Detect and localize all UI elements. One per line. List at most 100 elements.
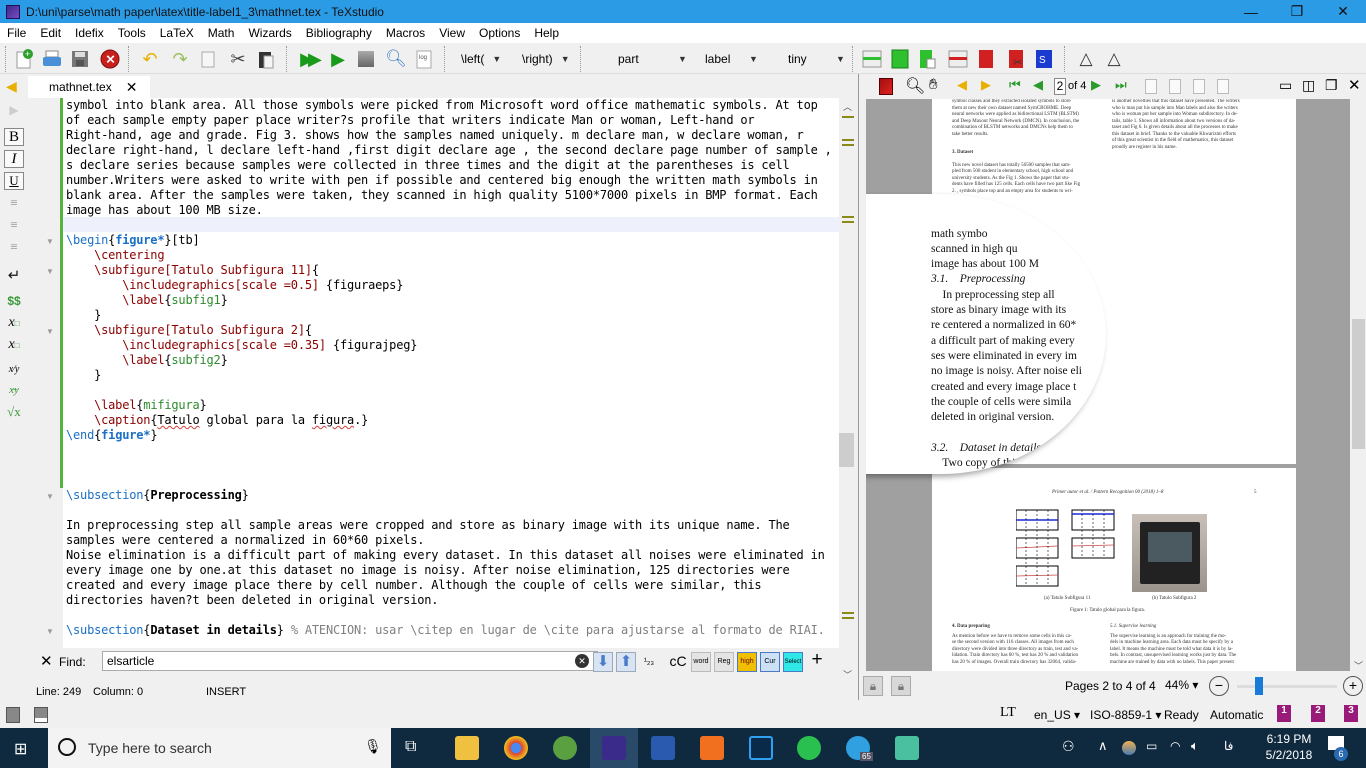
show-hidden-icons[interactable]: ∧	[1098, 738, 1108, 754]
build-view-button[interactable]: ▶▶	[296, 47, 322, 71]
taskbar-search-box[interactable]: Type here to search 🎙︎	[48, 728, 391, 768]
menu-tools[interactable]: Tools	[111, 26, 153, 40]
file-explorer-icon[interactable]	[455, 736, 479, 760]
input-language[interactable]: فا	[1224, 739, 1233, 753]
cut-button[interactable]: ✂	[226, 47, 250, 71]
word-icon[interactable]	[651, 736, 675, 760]
windows-start-icon[interactable]: ⊞	[14, 739, 27, 759]
menu-math[interactable]: Math	[201, 26, 242, 40]
close-document-button[interactable]: ✕	[98, 47, 122, 71]
italic-icon[interactable]: I	[4, 150, 24, 168]
highlight-toggle[interactable]: high	[737, 652, 757, 672]
pdf-page-input[interactable]: 2	[1054, 78, 1066, 95]
pdf-last-page-icon[interactable]: ⏭	[1115, 77, 1127, 93]
pdf-fit-text-icon[interactable]	[1217, 79, 1229, 94]
stop-button[interactable]	[354, 47, 378, 71]
menu-bibliography[interactable]: Bibliography	[299, 26, 379, 40]
undo-button[interactable]: ↶	[138, 47, 162, 71]
find-previous-button[interactable]: ⬆	[616, 652, 636, 672]
pdf-window-icon[interactable]: ❐	[1325, 77, 1338, 94]
menu-file[interactable]: File	[0, 26, 33, 40]
paste-button[interactable]	[254, 47, 278, 71]
texstudio-taskbar-icon[interactable]	[602, 736, 626, 760]
grammar-check-icon[interactable]: LT	[1000, 705, 1016, 721]
chrome-icon[interactable]	[504, 736, 528, 760]
menu-latex[interactable]: LaTeX	[153, 26, 201, 40]
fraction-icon[interactable]: x̶y	[4, 381, 24, 399]
zoom-out-icon[interactable]: −	[1209, 676, 1229, 696]
pdf-close-icon[interactable]: ✕	[1348, 76, 1361, 94]
warning-next-button[interactable]: △	[1102, 47, 1126, 71]
newline-icon[interactable]: ↵	[4, 266, 24, 284]
code-editor[interactable]: symbol into blank area. All those symbol…	[63, 98, 839, 648]
close-button[interactable]: ✕	[1320, 0, 1366, 23]
clear-search-icon[interactable]: ✕	[575, 654, 589, 668]
cursor-toggle[interactable]: Cur	[760, 652, 780, 672]
bookmark-3-icon[interactable]: 3	[1344, 705, 1358, 722]
case-sensitive-toggle[interactable]: cC	[668, 652, 688, 672]
menu-idefix[interactable]: Idefix	[68, 26, 111, 40]
toggle-messages-icon[interactable]	[34, 707, 48, 723]
warning-prev-button[interactable]: △	[1074, 47, 1098, 71]
bold-icon[interactable]: B	[4, 128, 24, 146]
bookmark-2-icon[interactable]: 2	[1311, 705, 1325, 722]
menu-view[interactable]: View	[432, 26, 472, 40]
volume-icon[interactable]: 🔈︎	[1191, 738, 1199, 754]
add-column-button[interactable]	[888, 47, 912, 71]
microphone-icon[interactable]: 🎙︎	[364, 738, 382, 755]
redo-button[interactable]: ↷	[168, 47, 192, 71]
pdf-fit-page-icon[interactable]	[1193, 79, 1205, 94]
lock-icon[interactable]: 🔒︎	[891, 676, 911, 696]
square-root-icon[interactable]: √x	[4, 403, 24, 421]
fold-marker-icon[interactable]: ▼	[46, 237, 54, 246]
find-input[interactable]: elsarticle ✕	[102, 651, 598, 671]
align-columns-button[interactable]	[916, 47, 940, 71]
pdf-forward-icon[interactable]: ▶	[981, 77, 991, 93]
view-button[interactable]: 🔍︎	[384, 47, 408, 71]
fold-marker-icon[interactable]: ▼	[46, 492, 54, 501]
app-rocket-icon[interactable]	[895, 736, 919, 760]
back-arrow-icon[interactable]: ◀	[6, 78, 17, 95]
pdf-fit-width-icon[interactable]	[1169, 79, 1181, 94]
zoom-in-icon[interactable]: +	[1343, 676, 1363, 696]
fold-marker-icon[interactable]: ▼	[46, 327, 54, 336]
foxit-icon[interactable]	[700, 736, 724, 760]
clock[interactable]: 6:19 PM 5/2/2018	[1258, 731, 1320, 763]
encoding-selector[interactable]: ISO-8859-1 ▾	[1090, 708, 1161, 722]
menu-wizards[interactable]: Wizards	[241, 26, 298, 40]
editor-scrollbar[interactable]: ︿ ﹀	[839, 98, 856, 680]
pdf-embed-icon[interactable]: ◫	[1302, 77, 1315, 94]
pdf-back-icon[interactable]: ◀	[957, 77, 967, 93]
people-icon[interactable]: ⚇	[1062, 738, 1075, 755]
paste-column-button[interactable]: S	[1032, 47, 1056, 71]
compile-mode[interactable]: Automatic	[1210, 708, 1263, 722]
regex-toggle[interactable]: Reg	[714, 652, 734, 672]
menu-macros[interactable]: Macros	[379, 26, 432, 40]
underline-icon[interactable]: U	[4, 172, 24, 190]
find-next-button[interactable]: ⬇	[593, 652, 613, 672]
cut-column-button[interactable]: ✂	[1004, 47, 1028, 71]
pdf-sync-icon[interactable]	[879, 78, 893, 95]
pdf-magnifier-icon[interactable]: 🔍︎	[905, 76, 925, 96]
fold-marker-icon[interactable]: ▼	[46, 267, 54, 276]
battery-icon[interactable]: ▭	[1146, 739, 1157, 753]
zoom-slider-thumb[interactable]	[1255, 677, 1263, 695]
minimize-button[interactable]: —	[1228, 0, 1274, 23]
compile-button[interactable]: ▶	[326, 47, 350, 71]
pdf-minimize-icon[interactable]: ▭	[1279, 77, 1292, 94]
subscript-icon[interactable]: x □	[4, 314, 24, 332]
photoshop-icon[interactable]	[749, 736, 773, 760]
pdf-previous-page-icon[interactable]: ◀	[1033, 77, 1043, 93]
align-left-icon[interactable]: ≡	[4, 194, 24, 212]
tab-mathnet-tex[interactable]: mathnet.tex ✕	[28, 76, 150, 98]
inline-fraction-icon[interactable]: x⁄y	[4, 360, 24, 378]
pdf-page-area[interactable]: symbol classes and they extracted isolat…	[866, 99, 1350, 671]
pdf-zoom-combo[interactable]: 44% ▾	[1165, 678, 1198, 692]
align-center-icon[interactable]: ≡	[4, 216, 24, 234]
pdf-first-page-icon[interactable]: ⏮	[1009, 77, 1021, 93]
size-combo[interactable]: tiny ▼	[788, 49, 848, 69]
selection-toggle[interactable]: Select	[783, 652, 803, 672]
wifi-icon[interactable]: ◠	[1170, 739, 1180, 753]
remove-column-button[interactable]	[974, 47, 998, 71]
right-delimiter-combo[interactable]: \right) ▼	[522, 49, 582, 69]
